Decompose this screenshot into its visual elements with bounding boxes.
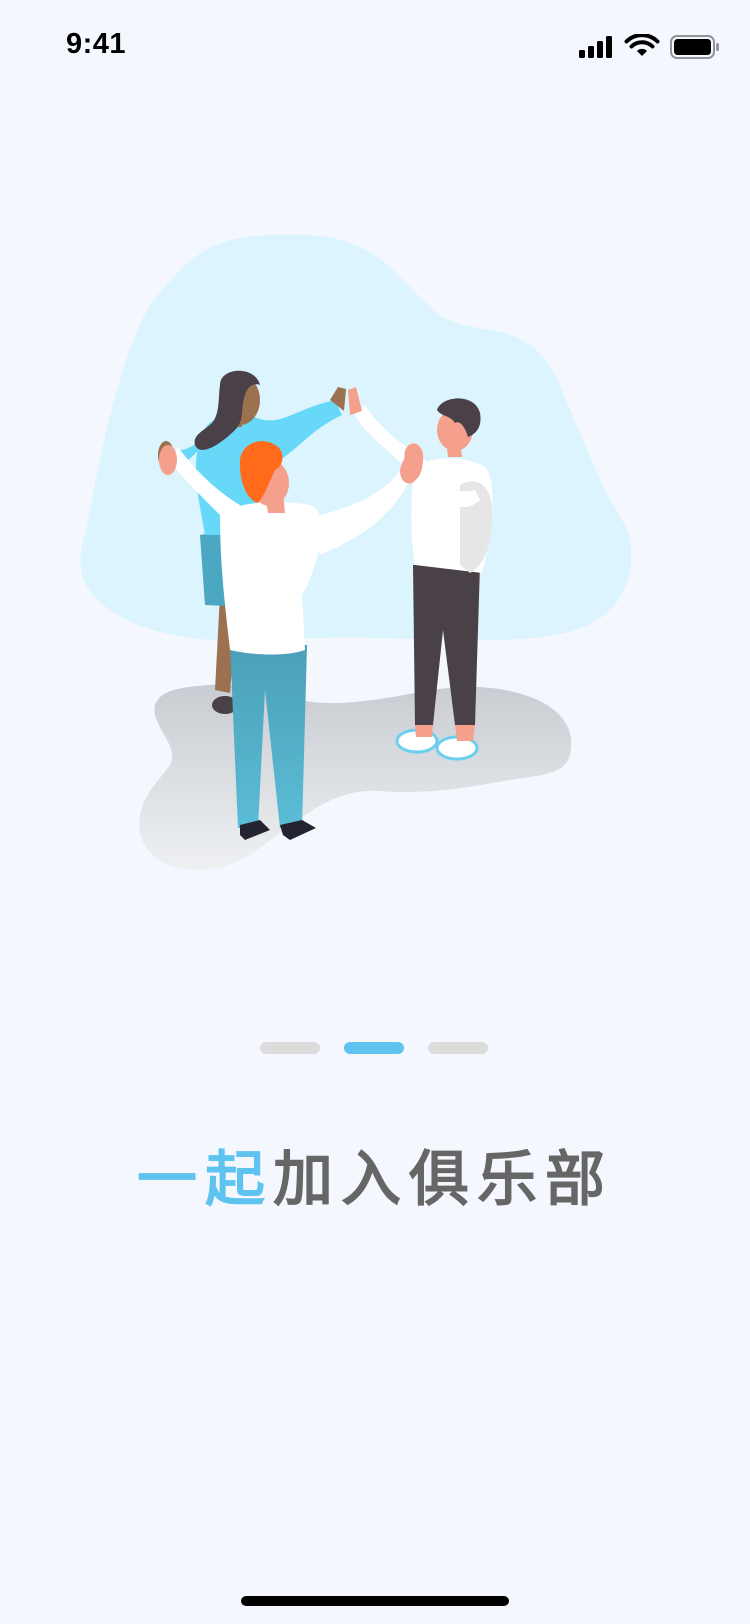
- page-dot-1[interactable]: [260, 1042, 320, 1054]
- background-blob: [80, 235, 632, 642]
- page-dot-3[interactable]: [428, 1042, 488, 1054]
- status-time: 9:41: [66, 28, 127, 60]
- battery-icon: [670, 35, 719, 59]
- cellular-signal-icon: [579, 36, 612, 58]
- page-indicator: [260, 1042, 490, 1054]
- title-highlight: 一起: [137, 1145, 273, 1215]
- status-bar: 9:41: [0, 0, 750, 96]
- status-icons: [579, 33, 720, 61]
- onboarding-title: 一起加入俱乐部: [0, 1140, 750, 1220]
- page-dot-2-active[interactable]: [344, 1042, 404, 1054]
- home-indicator[interactable]: [241, 1596, 509, 1606]
- onboarding-screen: 9:41 一起加入俱乐部: [0, 0, 750, 1624]
- wifi-icon: [624, 34, 660, 56]
- title-rest: 加入俱乐部: [273, 1145, 613, 1215]
- people-high-five-illustration: [80, 235, 632, 871]
- ground-shadow: [139, 684, 572, 871]
